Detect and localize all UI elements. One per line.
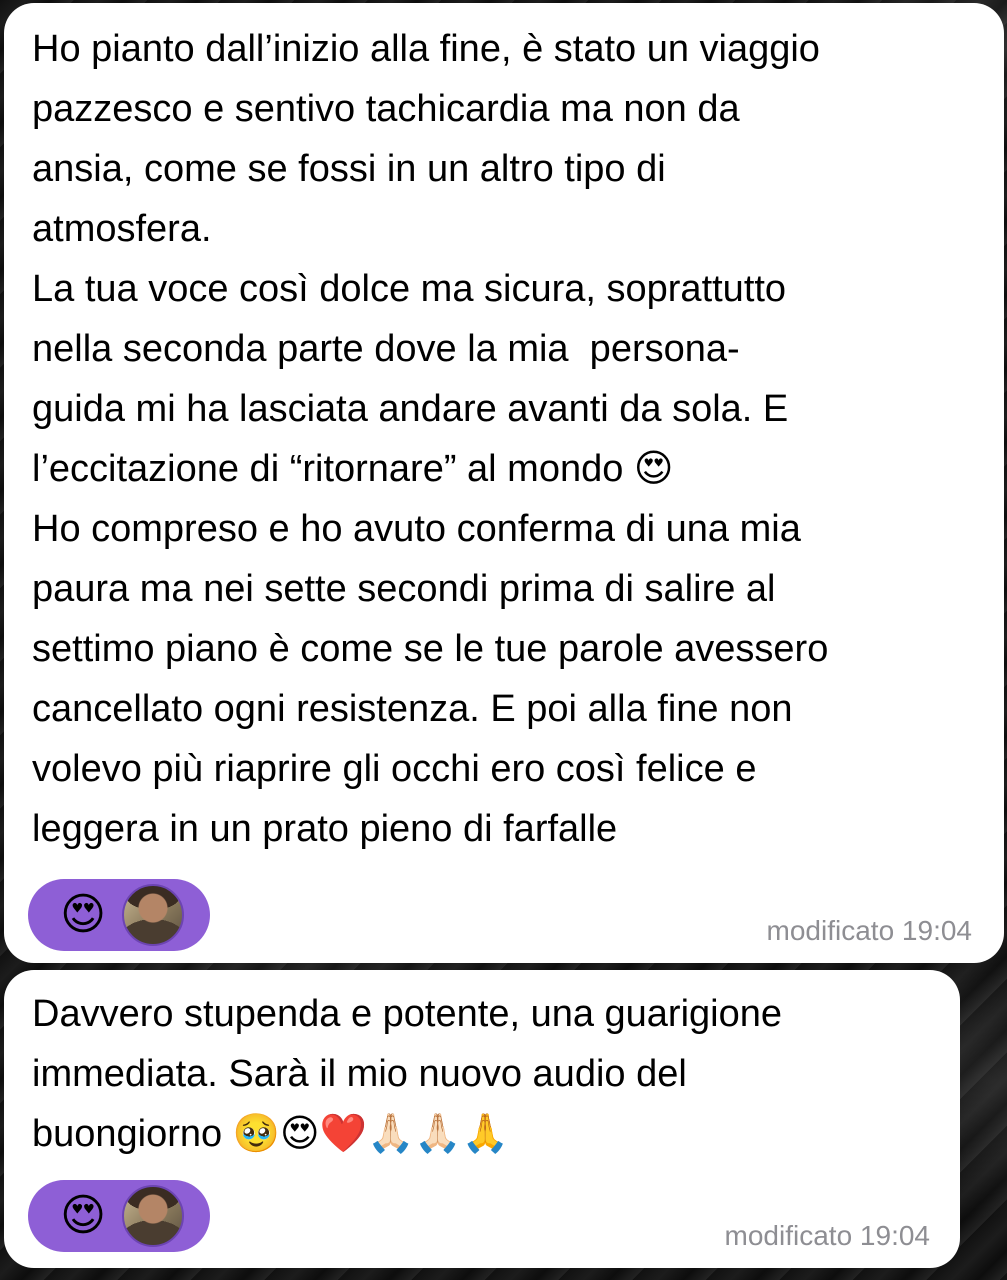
message-timestamp: modificato 19:04 xyxy=(766,915,972,946)
heart-eyes-emoji-icon: 😍 xyxy=(60,1191,106,1240)
heart-eyes-emoji-icon: 😍 xyxy=(60,890,106,939)
message-text: Davvero stupenda e potente, una guarigio… xyxy=(32,993,782,1155)
reactor-avatar xyxy=(122,884,184,946)
message-timestamp: modificato 19:04 xyxy=(724,1220,930,1251)
reactor-avatar xyxy=(122,1185,184,1247)
reaction-pill[interactable]: 😍 xyxy=(28,879,210,951)
message-text: Ho pianto dall’inizio alla fine, è stato… xyxy=(32,28,829,850)
message-bubble[interactable]: Davvero stupenda e potente, una guarigio… xyxy=(4,970,960,1268)
reaction-pill[interactable]: 😍 xyxy=(28,1180,210,1252)
message-bubble[interactable]: Ho pianto dall’inizio alla fine, è stato… xyxy=(4,3,1004,963)
